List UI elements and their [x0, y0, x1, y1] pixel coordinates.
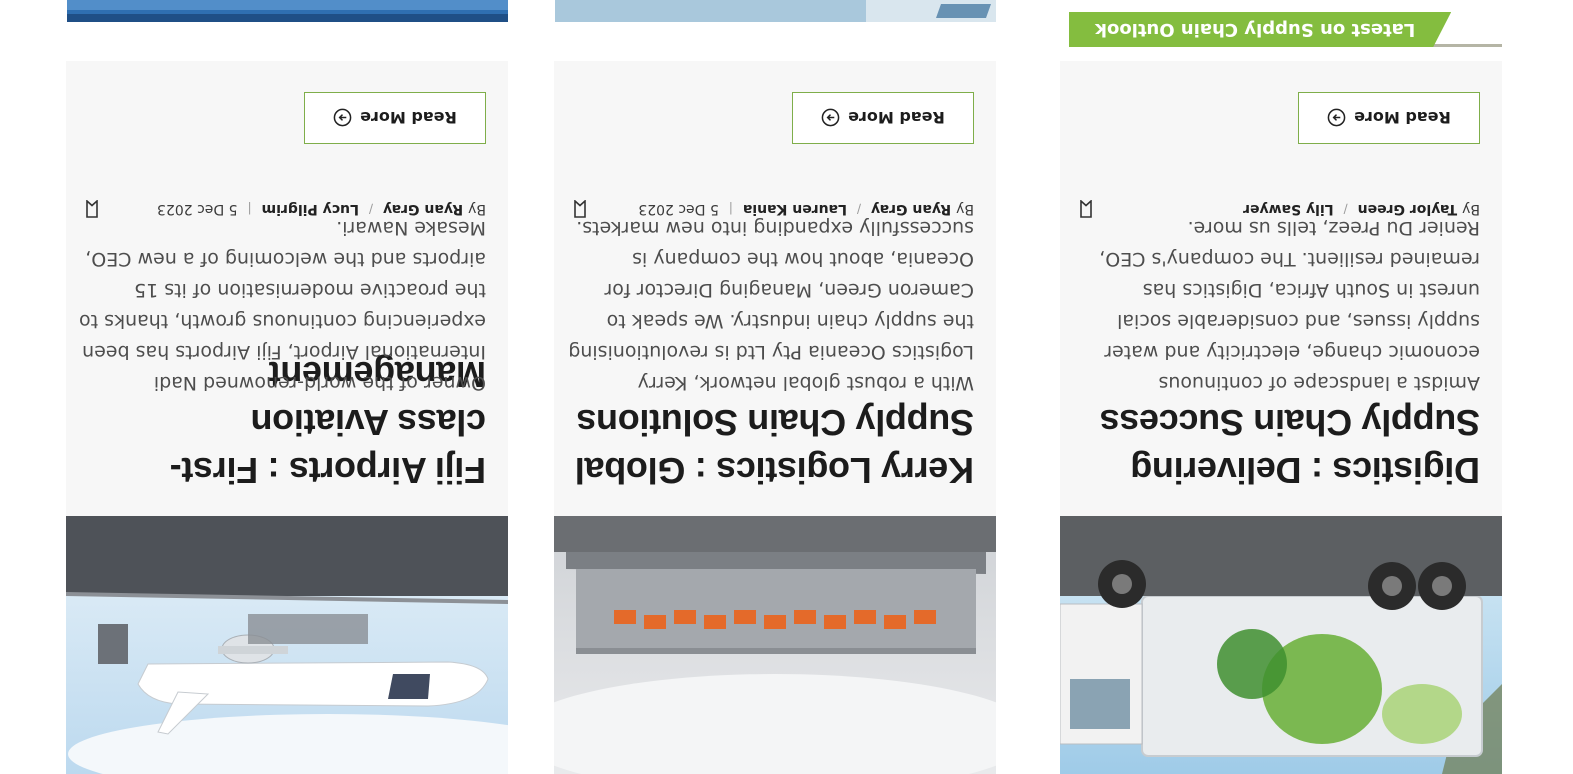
article-excerpt: Owner of the world-renowned Nadi Interna…	[79, 217, 486, 394]
article-column-kerry: Kerry Logistics : Global Supply Chain So…	[554, 0, 996, 774]
article-card-fiji: Fiji Airports : First-class Aviation Man…	[66, 61, 508, 516]
arrow-circle-right-icon	[1327, 109, 1346, 127]
section-banner: Latest on Supply Chain Outlook	[1069, 12, 1502, 47]
meta-separator: /	[856, 202, 861, 216]
read-more-button[interactable]: Read More	[304, 92, 486, 144]
article-column-fiji: Fiji Airports : First-class Aviation Man…	[66, 0, 508, 774]
byline-prefix: By	[1462, 201, 1480, 217]
article-image-kerry-warehouse[interactable]	[554, 516, 996, 774]
arrow-circle-right-icon	[333, 109, 352, 127]
previous-article-image-strip[interactable]	[555, 0, 996, 22]
truck-image-icon	[1060, 516, 1502, 774]
image-strip-icon	[67, 0, 508, 22]
meta-separator: |	[247, 202, 252, 216]
read-more-label: Read More	[360, 108, 457, 128]
byline-prefix: By	[468, 201, 486, 217]
article-date: 5 Dec 2023	[157, 201, 238, 217]
article-excerpt: With a robust global network, Kerry Logi…	[568, 217, 974, 394]
article-card-digistics: Digistics : Delivering Supply Chain Succ…	[1060, 61, 1502, 516]
read-more-label: Read More	[1354, 108, 1451, 128]
image-strip-icon	[555, 0, 996, 22]
article-column-digistics: Digistics : Delivering Supply Chain Succ…	[1060, 0, 1502, 774]
author-link[interactable]: Ryan Gray	[871, 201, 951, 217]
banner-label[interactable]: Latest on Supply Chain Outlook	[1069, 12, 1451, 47]
read-more-label: Read More	[848, 108, 945, 128]
article-excerpt: Amidst a landscape of continuous economi…	[1099, 217, 1480, 394]
arrow-circle-right-icon	[821, 109, 840, 127]
bookmark-icon[interactable]	[574, 200, 586, 218]
article-card-kerry: Kerry Logistics : Global Supply Chain So…	[554, 61, 996, 516]
warehouse-image-icon	[554, 516, 996, 774]
meta-separator: /	[1343, 202, 1348, 216]
author-link[interactable]: Lily Sawyer	[1243, 201, 1334, 217]
meta-separator: |	[728, 202, 733, 216]
article-meta: By Taylor Green / Lily Sawyer	[1080, 198, 1480, 220]
author-link[interactable]: Taylor Green	[1358, 201, 1457, 217]
author-link[interactable]: Lucy Pilgrim	[262, 201, 359, 217]
meta-separator: /	[368, 202, 373, 216]
bookmark-icon[interactable]	[86, 200, 98, 218]
read-more-button[interactable]: Read More	[792, 92, 974, 144]
previous-article-image-strip[interactable]	[67, 0, 508, 22]
author-link[interactable]: Ryan Gray	[383, 201, 463, 217]
read-more-button[interactable]: Read More	[1298, 92, 1480, 144]
article-meta: By Ryan Gray / Lucy Pilgrim | 5 Dec 2023	[86, 198, 486, 220]
bookmark-icon[interactable]	[1080, 200, 1092, 218]
byline-prefix: By	[956, 201, 974, 217]
article-image-fiji-aircraft[interactable]	[66, 516, 508, 774]
article-image-digistics-truck[interactable]	[1060, 516, 1502, 774]
article-title[interactable]: Digistics : Delivering Supply Chain Succ…	[1080, 398, 1480, 494]
article-date: 5 Dec 2023	[638, 201, 719, 217]
author-link[interactable]: Lauren Kania	[743, 201, 847, 217]
aircraft-image-icon	[66, 516, 508, 774]
page: Digistics : Delivering Supply Chain Succ…	[0, 0, 1573, 774]
article-meta: By Ryan Gray / Lauren Kania | 5 Dec 2023	[574, 198, 974, 220]
article-title[interactable]: Kerry Logistics : Global Supply Chain So…	[574, 398, 974, 494]
